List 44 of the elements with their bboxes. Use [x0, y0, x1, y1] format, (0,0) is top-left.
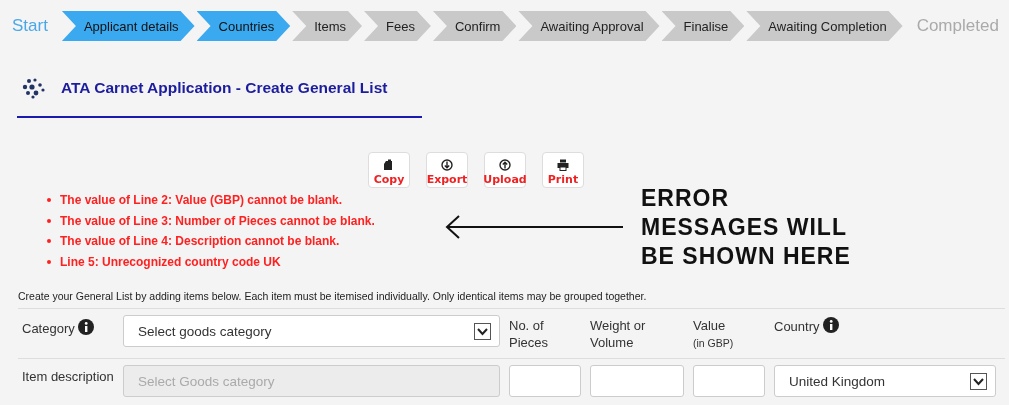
weight-field[interactable] — [590, 365, 684, 397]
progress-step[interactable]: Fees — [364, 11, 431, 41]
dropdown-icon — [970, 372, 987, 390]
export-button[interactable]: Export — [426, 152, 468, 188]
progress-step[interactable]: Awaiting Completion — [746, 11, 903, 41]
progress-step[interactable]: Awaiting Approval — [518, 11, 660, 41]
progress-step[interactable]: Items — [292, 11, 362, 41]
bullet-icon — [47, 239, 51, 244]
field-label: Item description — [21, 368, 114, 385]
value-field[interactable] — [693, 365, 765, 397]
progress-step[interactable]: Countries — [196, 11, 291, 41]
country-dropdown[interactable]: United Kingdom — [774, 365, 996, 397]
upload-icon — [499, 159, 511, 171]
progress-step[interactable]: Confirm — [432, 11, 517, 41]
error-message: The value of Line 4: Description cannot be blank. — [60, 234, 340, 249]
unit-label: (in GBP) — [693, 337, 734, 349]
bullet-icon — [47, 218, 51, 223]
progress-step[interactable]: Finalise — [661, 11, 745, 41]
annotation-text: BE SHOWN HERE — [641, 242, 851, 271]
print-button[interactable]: Print — [542, 152, 584, 188]
dropdown-icon — [474, 322, 491, 340]
column-header: Weight or Volume — [590, 318, 646, 350]
upload-button[interactable]: Upload — [484, 152, 526, 188]
error-message: Line 5: Unrecognized country code UK — [60, 254, 281, 269]
instruction-text: Create your General List by adding items below. Each item must be itemised individually. Only identical items may be grouped together. — [18, 290, 1005, 309]
printer-icon — [557, 159, 569, 171]
copy-button[interactable]: Copy — [368, 152, 410, 188]
column-header: Value — [693, 318, 726, 333]
error-message: The value of Line 2: Value (GBP) cannot be blank. — [60, 193, 343, 207]
category-dropdown[interactable]: Select goods category — [123, 315, 500, 347]
globe-dots-icon — [21, 76, 47, 100]
annotation-text: MESSAGES WILL — [641, 213, 848, 242]
field-label: Category — [22, 321, 75, 336]
arrow-icon — [445, 215, 625, 239]
error-message: The value of Line 3: Number of Pieces cannot be blank. — [60, 213, 375, 228]
annotation-text: ERROR — [641, 184, 731, 213]
column-header: No. of Pieces — [509, 318, 549, 350]
progress-step[interactable]: Applicant details — [61, 11, 195, 41]
column-header: Country — [774, 319, 820, 334]
bullet-icon — [47, 198, 51, 202]
page-title: ATA Carnet Application - Create General List — [61, 79, 388, 97]
pieces-field[interactable] — [509, 365, 581, 397]
download-icon — [441, 159, 453, 171]
bullet-icon — [47, 259, 51, 264]
